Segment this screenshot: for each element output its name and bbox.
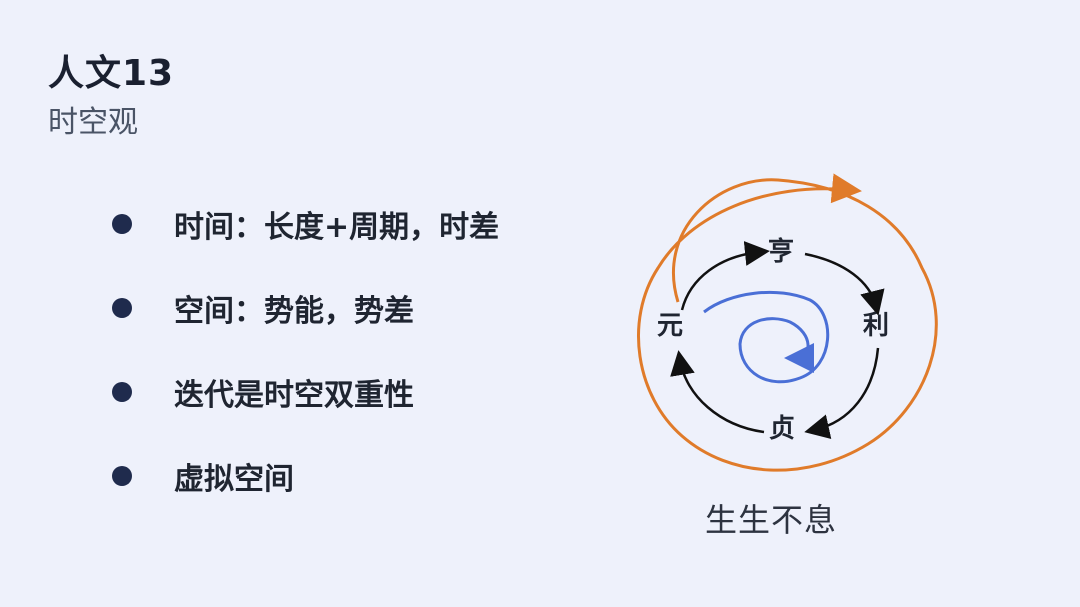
slide-subtitle: 时空观	[48, 105, 138, 140]
bullet-item: 时间：长度+周期，时差	[112, 182, 499, 266]
bullet-dot-icon	[112, 214, 132, 234]
label-heng: 亨	[767, 237, 794, 267]
cycle-arrow-heng-to-li	[804, 252, 885, 316]
diagram-caption: 生生不息	[705, 501, 838, 539]
slide-title: 人文13	[48, 53, 175, 94]
bullet-item: 空间：势能，势差	[112, 266, 499, 350]
label-li: 利	[862, 311, 889, 341]
bullet-dot-icon	[112, 466, 132, 486]
bullet-dot-icon	[112, 298, 132, 318]
bullet-list: 时间：长度+周期，时差 空间：势能，势差 迭代是时空双重性 虚拟空间	[112, 182, 499, 518]
center-blue-spiral	[703, 290, 830, 384]
bullet-item: 迭代是时空双重性	[112, 350, 499, 434]
bullet-text: 时间：长度+周期，时差	[174, 210, 500, 245]
label-zhen: 贞	[768, 414, 795, 444]
bullet-text: 空间：势能，势差	[174, 294, 414, 329]
cycle-arrow-li-to-zhen	[804, 347, 880, 439]
bullet-text: 虚拟空间	[174, 462, 294, 497]
bullet-text: 迭代是时空双重性	[174, 378, 414, 413]
bullet-item: 虚拟空间	[112, 434, 499, 518]
label-yuan: 元	[656, 311, 683, 341]
bullet-dot-icon	[112, 382, 132, 402]
cycle-diagram: 元 亨 利 贞	[600, 160, 960, 490]
